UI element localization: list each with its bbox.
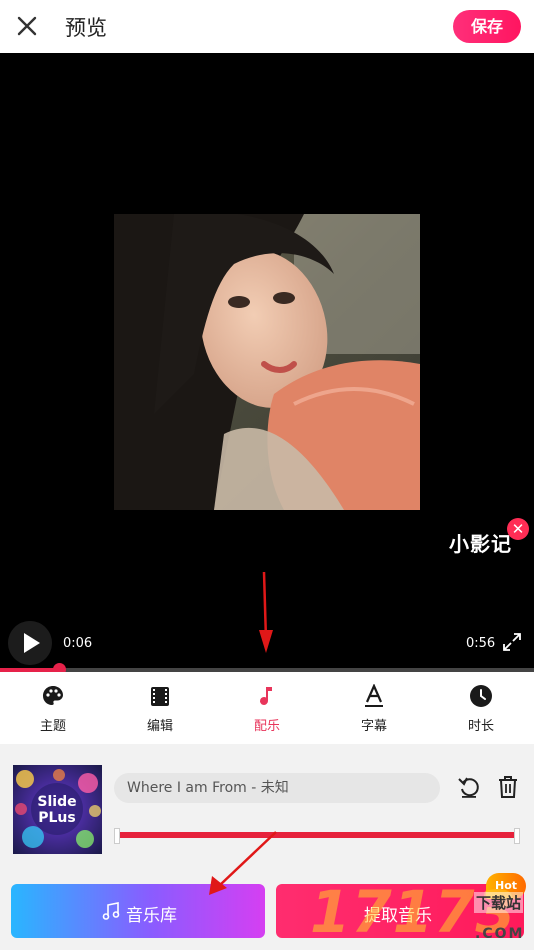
tab-theme-label: 主题 <box>39 719 66 734</box>
edit-tabs: 主题 编辑 配乐 字幕 时长 <box>0 672 534 744</box>
play-button[interactable] <box>8 621 52 665</box>
extract-music-label: 提取音乐 <box>364 906 432 926</box>
tab-music[interactable]: 配乐 <box>214 672 320 744</box>
trash-icon[interactable] <box>497 775 519 799</box>
hot-badge: Hot <box>486 873 526 899</box>
track-name-field[interactable]: Where I am From - 未知 <box>114 773 440 803</box>
watermark-close-icon[interactable]: ✕ <box>507 518 529 540</box>
page-title: 预览 <box>65 16 107 40</box>
video-preview[interactable]: 小影记 ✕ 0:06 0:56 <box>0 53 534 671</box>
range-end-handle[interactable] <box>514 828 520 844</box>
cover-text-line1: Slide <box>37 794 76 810</box>
clock-icon <box>470 685 492 707</box>
music-note-icon <box>102 902 120 920</box>
tab-music-label: 配乐 <box>253 719 280 734</box>
music-range-bar <box>118 832 516 838</box>
music-library-label: 音乐库 <box>126 906 177 926</box>
text-icon <box>365 684 383 707</box>
music-range-slider[interactable] <box>114 828 520 844</box>
top-bar: 预览 保存 <box>0 0 534 53</box>
film-icon <box>151 687 169 706</box>
music-note-icon <box>260 687 272 705</box>
close-icon[interactable] <box>14 13 40 39</box>
tab-edit[interactable]: 编辑 <box>107 672 213 744</box>
save-button[interactable]: 保存 <box>453 10 521 43</box>
tab-edit-label: 编辑 <box>146 719 173 734</box>
preview-photo <box>114 214 420 510</box>
reset-icon[interactable] <box>457 775 481 799</box>
tab-subtitle[interactable]: 字幕 <box>321 672 427 744</box>
fullscreen-icon[interactable] <box>502 632 522 652</box>
palette-icon <box>43 686 63 705</box>
cover-text-line2: PLus <box>38 810 75 826</box>
tab-theme[interactable]: 主题 <box>0 672 106 744</box>
current-time: 0:06 <box>63 636 93 651</box>
range-start-handle[interactable] <box>114 828 120 844</box>
music-cover: Slide PLus <box>13 765 102 854</box>
tab-subtitle-label: 字幕 <box>360 719 387 734</box>
music-library-button[interactable]: 音乐库 <box>11 884 265 938</box>
tab-duration[interactable]: 时长 <box>428 672 534 744</box>
app-watermark: 小影记 <box>449 532 512 556</box>
tab-duration-label: 时长 <box>467 719 494 734</box>
total-time: 0:56 <box>466 636 496 651</box>
